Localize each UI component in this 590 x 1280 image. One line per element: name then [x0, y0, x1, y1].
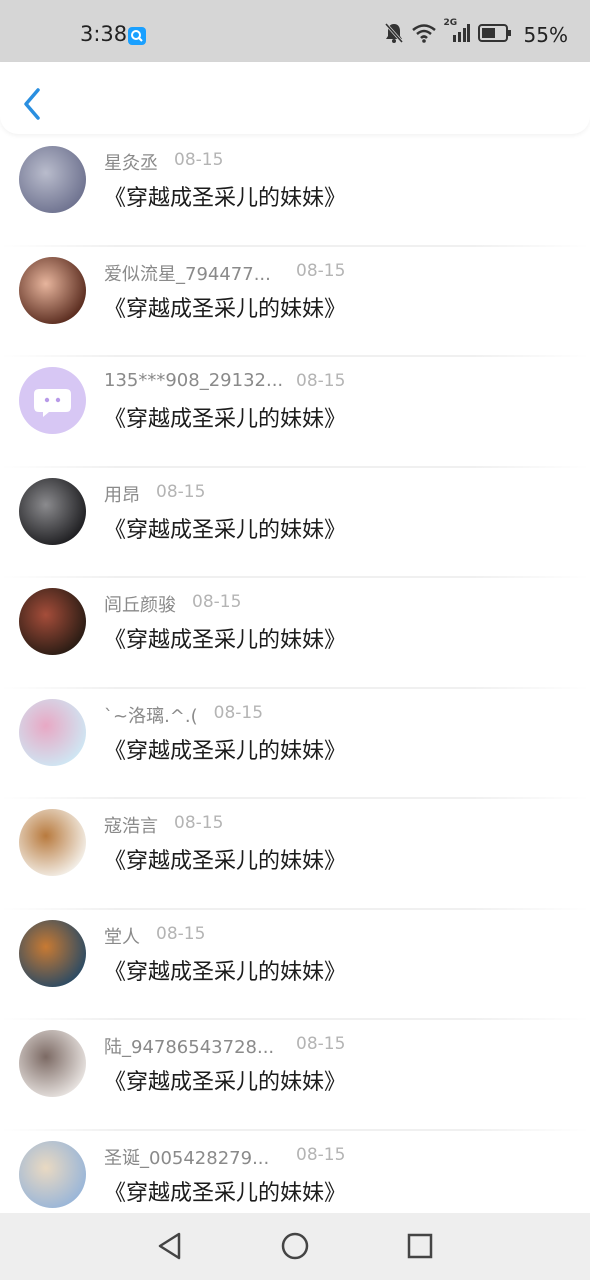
meta-line: `~洛璃.^.( 08-15 — [104, 702, 564, 730]
square-recents-icon — [407, 1233, 433, 1259]
meta-line: 135***908_29132... 08-15 — [104, 370, 564, 398]
status-time: 3:38 — [80, 22, 128, 46]
message-text: 《穿越成圣采儿的妹妹》 — [104, 186, 347, 211]
list-item[interactable]: 闾丘颜骏 08-15 《穿越成圣采儿的妹妹》 — [0, 578, 590, 689]
message-text: 《穿越成圣采儿的妹妹》 — [104, 959, 347, 985]
list-item[interactable]: 爱似流星_794477... 08-15 《穿越成圣采儿的妹妹》 — [0, 247, 590, 357]
username[interactable]: 用昂 — [104, 481, 140, 507]
meta-line: 星灸丞 08-15 — [104, 149, 564, 177]
avatar[interactable] — [19, 588, 86, 655]
date: 08-15 — [296, 260, 346, 281]
network-type-label: 2G — [443, 18, 458, 28]
avatar[interactable] — [19, 809, 86, 876]
meta-line: 陆_94786543728... 08-15 — [104, 1033, 564, 1061]
chat-bubble-icon — [34, 389, 71, 417]
chevron-left-icon — [24, 88, 40, 120]
message-text: 《穿越成圣采儿的妹妹》 — [104, 849, 347, 874]
message-text: 《穿越成圣采儿的妹妹》 — [104, 517, 347, 543]
message-text: 《穿越成圣采儿的妹妹》 — [104, 407, 347, 432]
meta-line: 用昂 08-15 — [104, 481, 564, 509]
meta-line: 寇浩言 08-15 — [104, 812, 564, 840]
date: 08-15 — [156, 481, 206, 502]
nav-home-button[interactable] — [280, 1231, 310, 1261]
message-text: 《穿越成圣采儿的妹妹》 — [104, 628, 347, 653]
meta-line: 爱似流星_794477... 08-15 — [104, 260, 564, 288]
list-item[interactable]: 星灸丞 08-15 《穿越成圣采儿的妹妹》 — [0, 136, 590, 247]
message-text: 《穿越成圣采儿的妹妹》 — [104, 1070, 347, 1095]
search-app-icon — [128, 27, 146, 45]
avatar[interactable] — [19, 919, 86, 987]
avatar[interactable] — [19, 698, 86, 766]
message-text: 《穿越成圣采儿的妹妹》 — [104, 738, 347, 764]
date: 08-15 — [192, 592, 242, 612]
list-item[interactable]: 135***908_29132... 08-15 《穿越成圣采儿的妹妹》 — [0, 357, 590, 468]
username[interactable]: `~洛璃.^.( — [104, 702, 198, 728]
username[interactable]: 圣诞_005428279... — [104, 1144, 269, 1170]
message-text: 《穿越成圣采儿的妹妹》 — [104, 1180, 347, 1206]
header — [0, 62, 590, 134]
meta-line: 堂人 08-15 — [104, 923, 564, 951]
username[interactable]: 135***908_29132... — [104, 370, 283, 391]
date: 08-15 — [296, 1144, 346, 1165]
list-item[interactable]: 堂人 08-15 《穿越成圣采儿的妹妹》 — [0, 910, 590, 1020]
meta-line: 圣诞_005428279... 08-15 — [104, 1144, 564, 1172]
username[interactable]: 爱似流星_794477... — [104, 260, 271, 286]
avatar[interactable] — [19, 477, 86, 545]
username[interactable]: 陆_94786543728... — [104, 1033, 274, 1059]
avatar[interactable] — [19, 256, 86, 324]
date: 08-15 — [213, 702, 264, 723]
avatar[interactable] — [19, 146, 86, 213]
battery-percent: 55% — [523, 23, 568, 47]
list-item[interactable]: `~洛璃.^.( 08-15 《穿越成圣采儿的妹妹》 — [0, 689, 590, 799]
username[interactable]: 堂人 — [104, 923, 140, 949]
status-icons: 2G 55% — [384, 18, 568, 48]
username[interactable]: 星灸丞 — [104, 149, 158, 175]
date: 08-15 — [174, 150, 224, 170]
date: 08-15 — [296, 1034, 346, 1054]
list-item[interactable]: 用昂 08-15 《穿越成圣采儿的妹妹》 — [0, 468, 590, 578]
date: 08-15 — [174, 813, 224, 833]
avatar[interactable] — [19, 1140, 86, 1208]
message-text: 《穿越成圣采儿的妹妹》 — [104, 296, 347, 322]
list-item[interactable]: 陆_94786543728... 08-15 《穿越成圣采儿的妹妹》 — [0, 1020, 590, 1131]
avatar[interactable] — [19, 367, 86, 434]
system-nav-bar — [0, 1213, 590, 1280]
meta-line: 闾丘颜骏 08-15 — [104, 591, 564, 619]
list-item[interactable]: 寇浩言 08-15 《穿越成圣采儿的妹妹》 — [0, 799, 590, 910]
cellular-signal-icon: 2G — [444, 18, 470, 48]
circle-home-icon — [281, 1232, 309, 1260]
status-bar: 3:38 2G 55% — [0, 0, 590, 62]
username[interactable]: 寇浩言 — [104, 812, 158, 838]
nav-back-button[interactable] — [155, 1231, 185, 1261]
date: 08-15 — [156, 923, 206, 944]
back-button[interactable] — [18, 84, 50, 124]
username[interactable]: 闾丘颜骏 — [104, 591, 176, 617]
date: 08-15 — [296, 371, 346, 391]
avatar[interactable] — [19, 1030, 86, 1097]
triangle-back-icon — [158, 1232, 181, 1260]
wifi-icon — [411, 23, 436, 47]
battery-icon — [477, 23, 512, 47]
nav-recents-button[interactable] — [405, 1231, 435, 1261]
comment-list: 星灸丞 08-15 《穿越成圣采儿的妹妹》 爱似流星_794477... 08-15 《穿… — [0, 136, 590, 1241]
mute-bell-icon — [384, 22, 404, 48]
